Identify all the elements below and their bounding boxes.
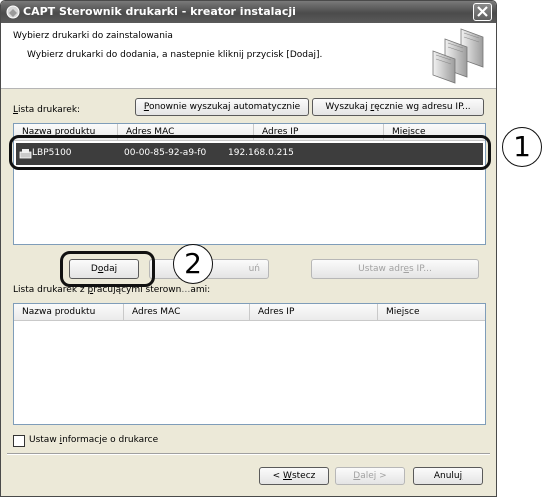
close-icon — [477, 6, 488, 17]
printers-graphic — [432, 28, 484, 84]
separator — [7, 453, 490, 455]
col-place[interactable]: Miejsce — [378, 304, 485, 321]
cancel-button[interactable]: Anuluj — [413, 467, 483, 485]
set-printer-info-label: Ustaw informacje o drukarce — [29, 435, 159, 445]
close-button[interactable] — [473, 3, 492, 21]
col-product-name[interactable]: Nazwa produktu — [14, 304, 124, 321]
title-bar[interactable]: CAPT Sterownik drukarki - kreator instal… — [1, 1, 496, 23]
add-button[interactable]: Dodaj — [69, 259, 139, 279]
back-button[interactable]: < Wstecz — [259, 467, 329, 485]
set-ip-button[interactable]: Ustaw adres IP... — [311, 259, 479, 279]
set-printer-info-checkbox[interactable] — [13, 435, 25, 447]
installer-window: CAPT Sterownik drukarki - kreator instal… — [0, 0, 497, 497]
existing-list-header: Nazwa produktu Adres MAC Adres IP Miejsc… — [14, 304, 485, 321]
callout-1: 1 — [502, 127, 542, 167]
col-mac[interactable]: Adres MAC — [124, 304, 250, 321]
header-subtitle: Wybierz drukarki do dodania, a nastepnie… — [27, 50, 323, 60]
header-title: Wybierz drukarki do zainstalowania — [13, 31, 173, 41]
rescan-auto-button[interactable]: Ponownie wyszukaj automatycznie — [135, 98, 309, 116]
existing-printers-list[interactable]: Nazwa produktu Adres MAC Adres IP Miejsc… — [13, 303, 486, 425]
printer-list-label: Lista drukarek: — [13, 105, 81, 115]
wizard-header: Wybierz drukarki do zainstalowania Wybie… — [1, 23, 496, 89]
next-button[interactable]: Dalej > — [335, 467, 405, 485]
col-ip[interactable]: Adres IP — [250, 304, 378, 321]
callout-2: 2 — [173, 244, 213, 284]
search-by-ip-button[interactable]: Wyszukaj ręcznie wg adresu IP... — [312, 98, 484, 116]
printer-row-highlight — [9, 135, 491, 170]
window-title: CAPT Sterownik drukarki - kreator instal… — [23, 5, 296, 18]
printer-app-icon — [6, 5, 20, 19]
